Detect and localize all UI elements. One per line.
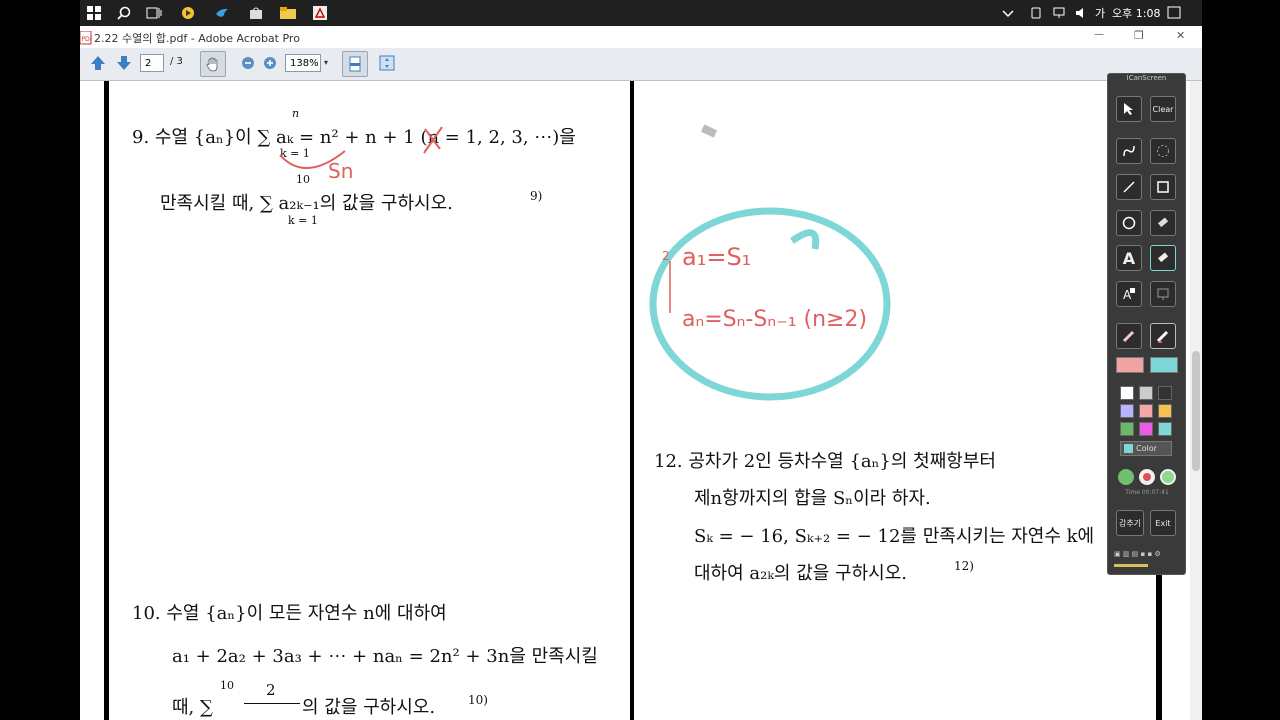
windows-taskbar: 가 오후 1:08: [80, 0, 1202, 26]
zoom-out-icon[interactable]: [240, 53, 256, 73]
hide-button[interactable]: 감추기: [1116, 510, 1144, 536]
notification-icon[interactable]: [1164, 3, 1184, 23]
color-green[interactable]: [1120, 422, 1134, 436]
eraser-tool-icon[interactable]: [1150, 210, 1176, 236]
window-titlebar: PDF 2.22 수열의 합.pdf - Adobe Acrobat Pro —…: [79, 26, 1202, 49]
exit-button[interactable]: Exit: [1150, 510, 1176, 536]
svg-text:PDF: PDF: [82, 36, 93, 43]
record-stop-icon[interactable]: [1139, 469, 1155, 485]
media-player-icon[interactable]: [178, 3, 198, 23]
circle-tool-icon[interactable]: [1116, 210, 1142, 236]
file-explorer-icon[interactable]: [278, 3, 298, 23]
record-dot: [1143, 473, 1151, 481]
volume-icon[interactable]: [1072, 3, 1092, 23]
page-total: / 3: [170, 56, 183, 67]
highlight-circle: [649, 207, 891, 401]
color-light-gray[interactable]: [1139, 386, 1153, 400]
text-tool-button[interactable]: A: [1116, 245, 1142, 271]
store-bag-icon[interactable]: [246, 3, 266, 23]
next-page-button[interactable]: [114, 53, 134, 73]
acrobat-toolbar: 2 / 3 138% ▾: [80, 48, 1202, 81]
eraser-mark: [700, 124, 718, 138]
highlighter-color-swatch[interactable]: [1150, 357, 1178, 373]
pointer-tool-icon[interactable]: [1116, 96, 1142, 122]
color-pink[interactable]: [1139, 404, 1153, 418]
formula-an: aₙ=Sₙ-Sₙ₋₁ (n≥2): [682, 307, 868, 332]
opacity-slider[interactable]: [1114, 564, 1148, 567]
ime-indicator[interactable]: 가: [1095, 5, 1105, 21]
vertical-scrollbar[interactable]: [1190, 81, 1202, 720]
search-icon[interactable]: [114, 3, 134, 23]
acrobat-taskbar-icon[interactable]: [310, 3, 330, 23]
bird-app-icon[interactable]: [212, 3, 232, 23]
color-lavender[interactable]: [1120, 404, 1134, 418]
text-box-tool-icon[interactable]: A: [1116, 281, 1142, 307]
page-number-input[interactable]: 2: [140, 54, 164, 72]
window-title: 2.22 수열의 합.pdf - Adobe Acrobat Pro: [94, 32, 300, 45]
close-button[interactable]: ✕: [1176, 29, 1185, 42]
freehand-tool-icon[interactable]: [1116, 138, 1142, 164]
step-number: 2: [662, 249, 670, 263]
line-tool-icon[interactable]: [1116, 174, 1142, 200]
zoom-in-icon[interactable]: [262, 53, 278, 73]
rectangle-tool-icon[interactable]: [1150, 174, 1176, 200]
formula-a1: a₁=S₁: [682, 243, 752, 271]
chevron-up-icon[interactable]: [998, 3, 1018, 23]
color-cyan[interactable]: [1158, 422, 1172, 436]
color-magenta[interactable]: [1139, 422, 1153, 436]
right-letterbox: [1202, 0, 1280, 720]
taskbar-clock[interactable]: 오후 1:08: [1112, 5, 1160, 21]
current-color-chip: [1124, 444, 1133, 453]
maximize-button[interactable]: ❐: [1134, 29, 1144, 42]
hand-tool-icon[interactable]: [200, 51, 226, 77]
pen-annotations-layer: [279, 124, 891, 401]
highlighter-eraser-icon[interactable]: [1150, 245, 1176, 271]
board-tool-icon[interactable]: [1150, 281, 1176, 307]
color-white[interactable]: [1120, 386, 1134, 400]
record-time: Time 00:07:41: [1125, 489, 1169, 496]
fit-page-icon[interactable]: [378, 53, 396, 73]
task-view-icon[interactable]: [144, 3, 164, 23]
highlighter-tool-icon[interactable]: [1150, 323, 1176, 349]
icanscreen-options-row[interactable]: ▣ ▥ ▤ ▪ ▪ ⚙: [1114, 550, 1178, 558]
highlight-circle-loop: [789, 229, 820, 250]
record-resume-icon[interactable]: [1160, 469, 1176, 485]
pen-color-swatch[interactable]: [1116, 357, 1144, 373]
color-picker-label: Color: [1136, 444, 1157, 453]
scrolling-mode-icon[interactable]: [342, 51, 368, 77]
device-icon[interactable]: [1026, 3, 1046, 23]
network-monitor-icon[interactable]: [1050, 3, 1070, 23]
color-black[interactable]: [1158, 386, 1172, 400]
strike-mark: [423, 126, 443, 154]
icanscreen-toolbar: ICanScreen Clear A A Color Time 00:07:41…: [1107, 73, 1186, 575]
sn-annotation: Sn: [328, 159, 354, 183]
pen-tool-icon[interactable]: [1116, 323, 1142, 349]
left-letterbox: [0, 0, 80, 720]
zoom-level-select[interactable]: 138%: [285, 54, 321, 72]
zoom-dropdown-chevron-icon[interactable]: ▾: [324, 58, 328, 67]
pdf-file-icon: PDF: [79, 30, 94, 45]
icanscreen-title: ICanScreen: [1126, 74, 1167, 82]
windows-start-icon[interactable]: [84, 3, 104, 23]
minimize-button[interactable]: —: [1094, 29, 1104, 40]
pdf-document-view[interactable]: 9. 수열 {aₙ}이 ∑ aₖ = n² + n + 1 (n = 1, 2,…: [80, 81, 1202, 720]
scrollbar-thumb[interactable]: [1192, 351, 1200, 471]
clear-button[interactable]: Clear: [1150, 96, 1176, 122]
color-orange[interactable]: [1158, 404, 1172, 418]
previous-page-button[interactable]: [88, 53, 108, 73]
color-picker-button[interactable]: Color: [1120, 441, 1172, 456]
dashed-circle-tool-icon[interactable]: [1150, 138, 1176, 164]
record-pause-icon[interactable]: [1118, 469, 1134, 485]
